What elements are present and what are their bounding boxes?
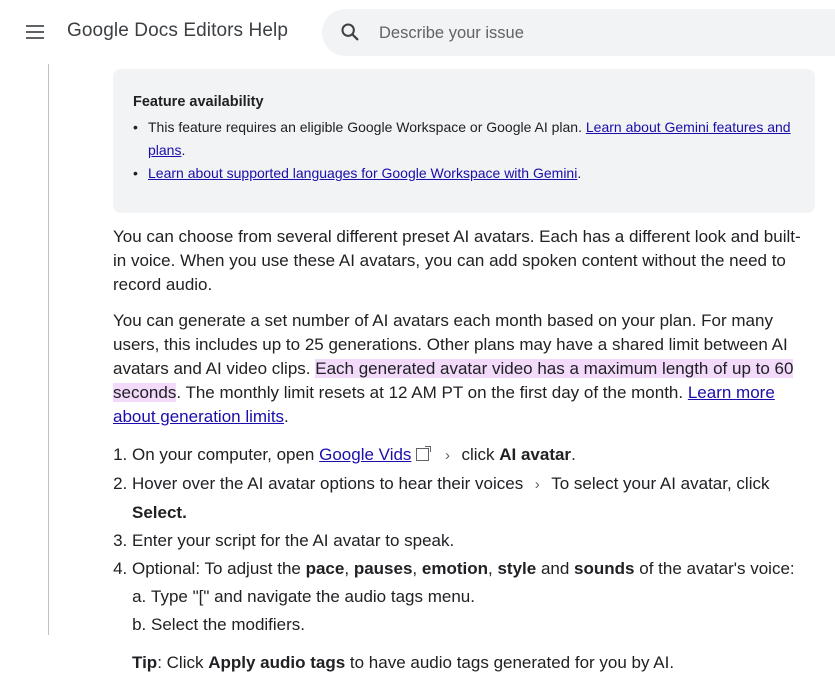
- search-input[interactable]: [377, 21, 801, 45]
- step-3: Enter your script for the AI avatar to s…: [132, 527, 813, 555]
- chevron-right-icon: ›: [444, 447, 450, 464]
- callout-title: Feature availability: [133, 94, 264, 110]
- tip-text: Tip: Click Apply audio tags to have audi…: [132, 653, 675, 672]
- feature-availability-callout: Feature availability This feature requir…: [113, 69, 815, 213]
- search-box[interactable]: [322, 9, 835, 56]
- google-vids-link[interactable]: Google Vids: [319, 445, 411, 464]
- search-icon[interactable]: [339, 21, 361, 43]
- paragraph-limits: You can generate a set number of AI avat…: [113, 311, 794, 426]
- step-4: Optional: To adjust the pace, pauses, em…: [132, 555, 813, 677]
- supported-languages-link[interactable]: Learn about supported languages for Goog…: [148, 165, 577, 181]
- step-2: Hover over the AI avatar options to hear…: [132, 470, 813, 527]
- top-bar: Google Docs Editors Help: [0, 0, 835, 64]
- hamburger-menu-icon[interactable]: [24, 20, 48, 44]
- step-4-substeps: Type "[" and navigate the audio tags men…: [132, 583, 813, 639]
- callout-item: Learn about supported languages for Goog…: [133, 162, 798, 185]
- paragraph-avatars: You can choose from several different pr…: [113, 227, 801, 294]
- nav-divider: [48, 64, 49, 635]
- steps-list: On your computer, open Google Vids›click…: [113, 441, 813, 677]
- article-body: You can choose from several different pr…: [113, 225, 813, 677]
- callout-item-text: This feature requires an eligible Google…: [148, 119, 582, 135]
- callout-item: This feature requires an eligible Google…: [133, 116, 798, 162]
- chevron-right-icon: ›: [534, 476, 540, 493]
- step-1: On your computer, open Google Vids›click…: [132, 441, 813, 470]
- external-link-icon: [416, 446, 432, 461]
- callout-list: This feature requires an eligible Google…: [133, 116, 798, 185]
- page-title[interactable]: Google Docs Editors Help: [67, 20, 288, 42]
- substep-a: Type "[" and navigate the audio tags men…: [151, 583, 813, 611]
